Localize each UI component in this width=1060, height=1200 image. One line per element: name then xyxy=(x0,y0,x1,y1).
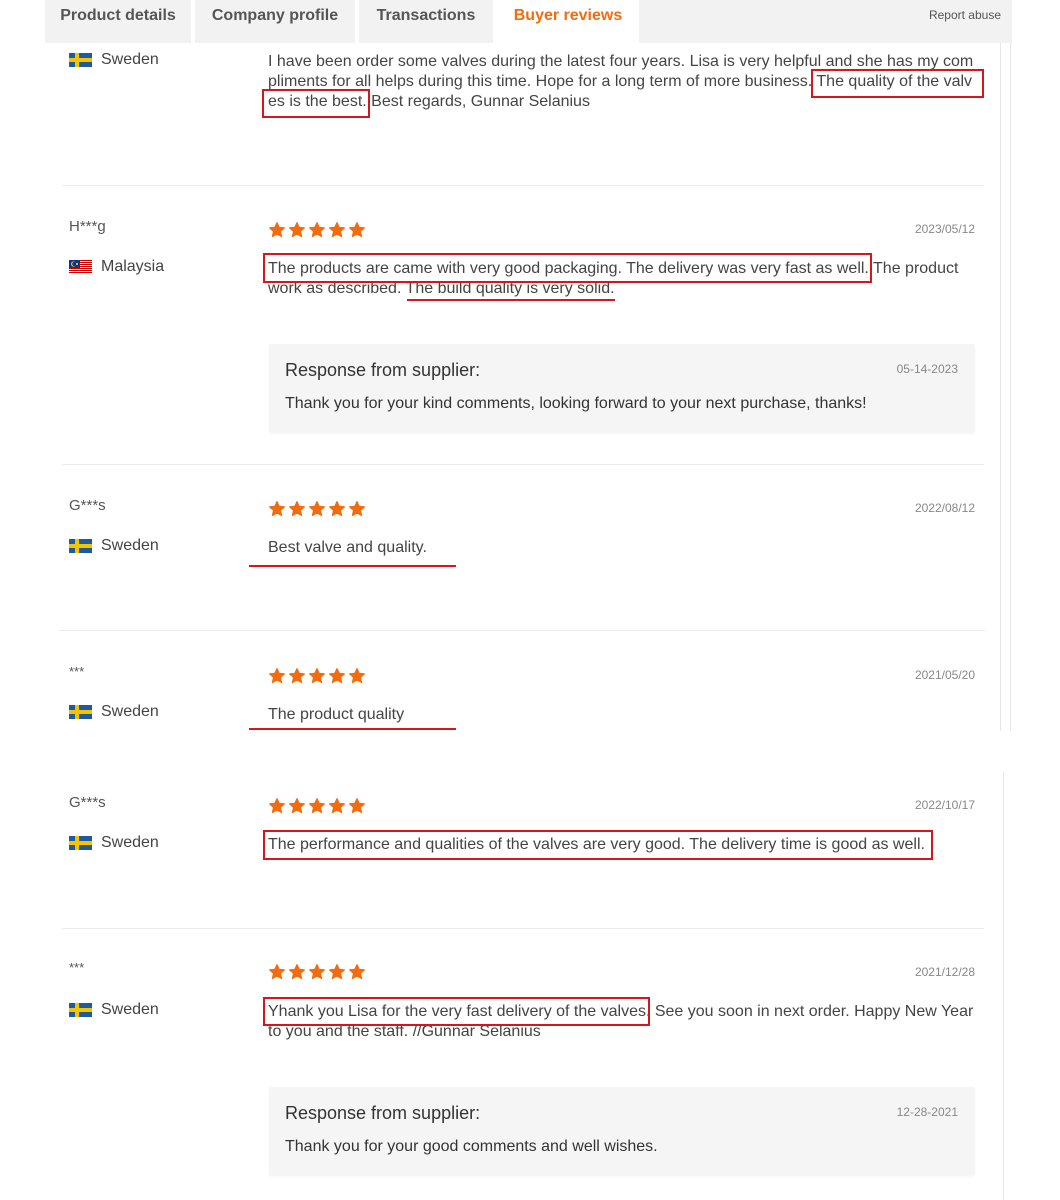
supplier-response: Response from supplier: 12-28-2021 Thank… xyxy=(269,1087,975,1175)
review-text: Best valve and quality. xyxy=(268,539,427,556)
review-item: H***g Malaysia 2023/05/12 The products a… xyxy=(45,186,1000,465)
star-icon xyxy=(268,797,286,815)
panel-border xyxy=(1000,43,1001,731)
review-item: G***s Sweden 2022/08/12 Best valve and q… xyxy=(45,465,1000,631)
highlight-box xyxy=(811,69,984,98)
sweden-flag-icon xyxy=(69,1003,92,1017)
star-icon xyxy=(328,797,346,815)
reviewer-name: *** xyxy=(69,664,85,679)
highlight-underline xyxy=(249,728,456,730)
star-icon xyxy=(268,667,286,685)
star-icon xyxy=(328,667,346,685)
star-icon xyxy=(288,963,306,981)
response-text: Thank you for your good comments and wel… xyxy=(285,1138,658,1155)
star-icon xyxy=(308,797,326,815)
star-rating xyxy=(268,797,366,815)
star-rating xyxy=(268,667,366,685)
reviewer-name: *** xyxy=(69,960,85,975)
reviewer-country: Sweden xyxy=(69,1001,159,1019)
country-label: Malaysia xyxy=(101,258,165,275)
highlight-underline xyxy=(249,565,456,567)
star-icon xyxy=(268,221,286,239)
review-item: *** Sweden 2021/05/20 The product qualit… xyxy=(45,631,1000,772)
star-icon xyxy=(328,221,346,239)
response-title: Response from supplier: xyxy=(285,360,481,380)
star-icon xyxy=(348,797,366,815)
reviewer-country: Sweden xyxy=(69,537,159,555)
country-label: Sweden xyxy=(101,834,159,851)
star-icon xyxy=(288,221,306,239)
supplier-response: Response from supplier: 05-14-2023 Thank… xyxy=(269,344,975,432)
star-icon xyxy=(348,221,366,239)
star-icon xyxy=(268,963,286,981)
highlight-underline xyxy=(407,299,615,301)
highlight-box xyxy=(262,89,370,118)
reviewer-country: Sweden xyxy=(69,834,159,852)
star-icon xyxy=(288,797,306,815)
highlight-box xyxy=(263,253,872,283)
country-label: Sweden xyxy=(101,51,159,68)
country-label: Sweden xyxy=(101,537,159,554)
review-date: 2022/08/12 xyxy=(914,501,975,515)
sweden-flag-icon xyxy=(69,53,92,67)
reviewer-country: Sweden xyxy=(69,51,159,69)
review-date: 2021/05/20 xyxy=(914,668,975,682)
highlight-box xyxy=(263,997,650,1026)
sweden-flag-icon xyxy=(69,836,92,850)
star-rating xyxy=(268,963,366,981)
star-icon xyxy=(268,500,286,518)
review-item: *** Sweden 2021/12/28 Yhank you Lisa for… xyxy=(45,929,1000,1200)
star-icon xyxy=(308,221,326,239)
response-date: 05-14-2023 xyxy=(896,362,958,376)
star-icon xyxy=(348,667,366,685)
review-date: 2022/10/17 xyxy=(914,798,975,812)
response-date: 12-28-2021 xyxy=(896,1105,958,1119)
star-icon xyxy=(308,963,326,981)
response-text: Thank you for your kind comments, lookin… xyxy=(285,395,867,412)
star-icon xyxy=(348,963,366,981)
malaysia-flag-icon xyxy=(69,260,92,274)
sweden-flag-icon xyxy=(69,539,92,553)
reviewer-name: H***g xyxy=(69,218,106,235)
review-text: The product quality xyxy=(268,706,405,723)
star-icon xyxy=(348,500,366,518)
country-label: Sweden xyxy=(101,1001,159,1018)
panel-border xyxy=(1003,772,1004,1200)
highlight-box xyxy=(263,830,933,860)
panel-border xyxy=(1010,43,1011,731)
star-icon xyxy=(308,500,326,518)
star-icon xyxy=(308,667,326,685)
sweden-flag-icon xyxy=(69,705,92,719)
country-label: Sweden xyxy=(101,703,159,720)
reviewer-name: G***s xyxy=(69,497,106,514)
review-date: 2023/05/12 xyxy=(914,222,975,236)
star-icon xyxy=(328,500,346,518)
star-icon xyxy=(288,500,306,518)
star-icon xyxy=(288,667,306,685)
star-icon xyxy=(328,963,346,981)
star-rating xyxy=(268,221,366,239)
star-rating xyxy=(268,500,366,518)
reviewer-country: Malaysia xyxy=(69,258,164,276)
response-title: Response from supplier: xyxy=(285,1103,481,1123)
reviewer-name: G***s xyxy=(69,794,106,811)
review-date: 2021/12/28 xyxy=(914,965,975,979)
reviewer-country: Sweden xyxy=(69,703,159,721)
